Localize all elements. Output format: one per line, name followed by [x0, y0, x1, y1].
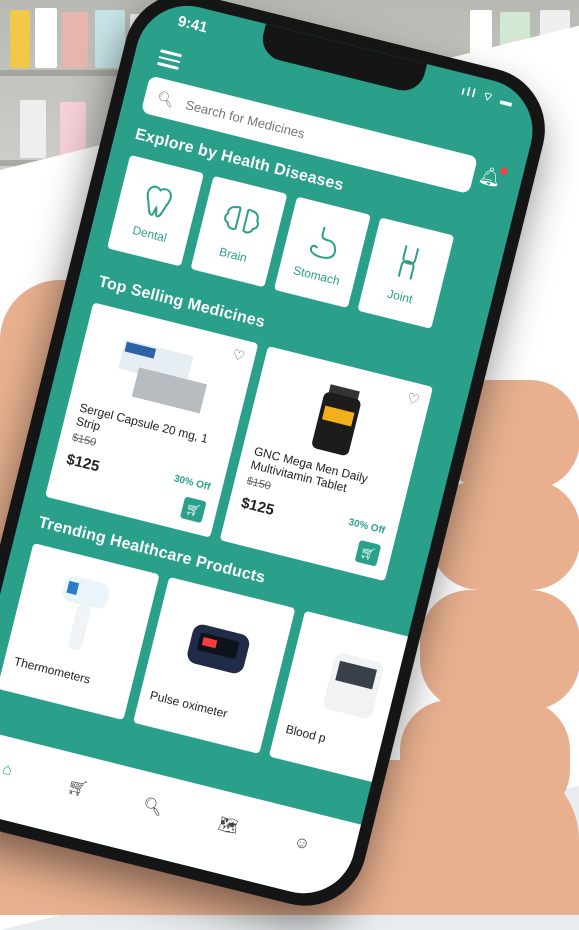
tooth-icon — [146, 185, 172, 218]
trending-label: Thermometers — [12, 654, 92, 687]
status-time: 9:41 — [175, 12, 210, 37]
status-icons: ıll ⌔ ▬ — [460, 83, 516, 111]
category-stomach[interactable]: Stomach — [273, 196, 371, 309]
product-card[interactable]: ♡ Sergel Capsule 20 mg, 1 Strip $150 $12… — [45, 302, 259, 538]
product-card[interactable]: ♡ GNC Mega Men Daily Multivitamin Tablet… — [219, 345, 434, 582]
product-price: $125 — [239, 494, 276, 519]
notification-dot — [499, 167, 509, 176]
profile-icon[interactable]: ☺ — [292, 833, 312, 854]
blood-pressure-monitor-image — [323, 653, 384, 719]
product-old-price: $150 — [70, 431, 98, 450]
trending-card[interactable]: Pulse oximeter — [133, 576, 296, 754]
search-icon: 🔍︎ — [155, 88, 177, 109]
product-old-price: $150 — [245, 475, 273, 493]
category-joint[interactable]: Joint — [357, 217, 455, 329]
category-label: Brain — [217, 244, 249, 265]
heart-icon[interactable]: ♡ — [405, 389, 421, 409]
trending-card[interactable]: Thermometers — [0, 543, 160, 721]
brain-icon — [224, 206, 259, 234]
product-price: $125 — [64, 450, 102, 476]
category-dental[interactable]: Dental — [106, 154, 204, 267]
heart-icon[interactable]: ♡ — [230, 346, 247, 366]
category-label: Stomach — [291, 263, 342, 289]
product-discount: 30% Off — [172, 473, 212, 493]
home-icon[interactable]: ⌂ — [0, 761, 14, 781]
stomach-icon — [309, 226, 337, 259]
thermometer-image — [62, 576, 110, 651]
add-to-cart-button[interactable]: 🛒︎ — [354, 539, 382, 567]
search-input[interactable] — [182, 95, 462, 181]
joint-icon — [397, 245, 420, 280]
pulse-oximeter-image — [187, 624, 250, 674]
category-brain[interactable]: Brain — [190, 175, 288, 288]
trending-label: Pulse oximeter — [148, 688, 229, 721]
category-label: Joint — [386, 286, 415, 307]
product-discount: 30% Off — [347, 516, 387, 537]
bell-icon[interactable]: 🔔︎ — [476, 164, 504, 190]
add-to-cart-button[interactable]: 🛒︎ — [179, 496, 207, 524]
search-icon[interactable]: 🔍︎ — [141, 795, 166, 819]
menu-icon[interactable] — [156, 49, 183, 70]
map-icon[interactable]: 🗺︎ — [216, 813, 241, 837]
trending-label: Blood p — [284, 721, 328, 746]
category-label: Dental — [131, 223, 169, 245]
cart-icon[interactable]: 🛒︎ — [65, 776, 90, 800]
